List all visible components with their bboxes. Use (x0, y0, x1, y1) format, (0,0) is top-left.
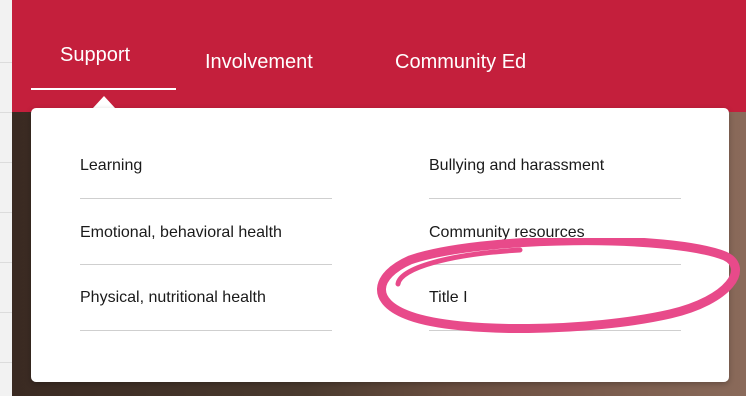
caret-up-icon (93, 96, 115, 108)
menu-item-title-i[interactable]: Title I (429, 289, 468, 307)
menu-item-physical-nutritional-health[interactable]: Physical, nutritional health (80, 289, 266, 307)
menu-divider (80, 198, 332, 199)
menu-divider (429, 264, 681, 265)
menu-item-learning[interactable]: Learning (80, 157, 142, 175)
nav-item-involvement[interactable]: Involvement (205, 51, 313, 74)
menu-item-community-resources[interactable]: Community resources (429, 224, 585, 242)
menu-item-bullying-and-harassment[interactable]: Bullying and harassment (429, 157, 604, 175)
nav-item-community-ed[interactable]: Community Ed (395, 51, 526, 74)
active-nav-underline (31, 88, 176, 90)
page-background-strip (0, 0, 12, 396)
support-dropdown-menu: Learning Emotional, behavioral health Ph… (31, 108, 729, 382)
nav-item-support[interactable]: Support (60, 44, 130, 67)
menu-item-emotional-behavioral-health[interactable]: Emotional, behavioral health (80, 224, 282, 242)
menu-divider (80, 264, 332, 265)
menu-divider (80, 330, 332, 331)
main-navigation-bar: Support Involvement Community Ed (12, 0, 746, 112)
menu-divider (429, 198, 681, 199)
menu-divider (429, 330, 681, 331)
